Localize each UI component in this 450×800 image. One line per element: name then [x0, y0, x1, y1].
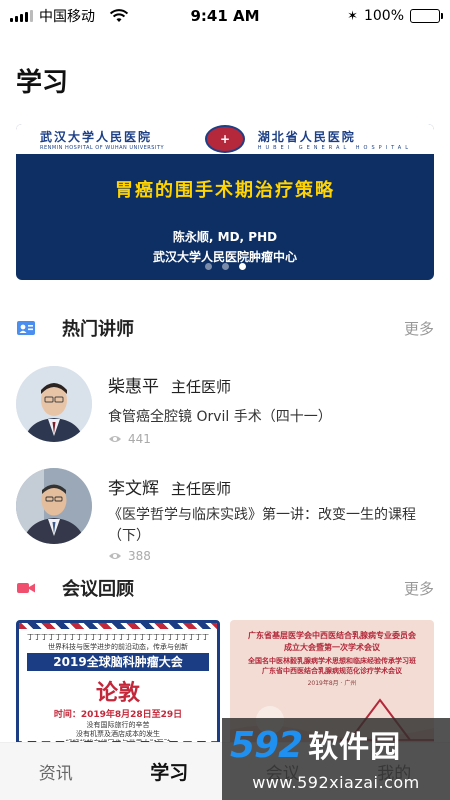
carrier-label: 中国移动	[39, 9, 95, 25]
lecturer-title: 主任医师	[171, 378, 232, 396]
meeting-card-banner: 2019全球脑科肿瘤大会	[27, 653, 209, 671]
meeting-card-sub: 2019年8月 · 广州	[307, 680, 357, 687]
meetings-title: 会议回顾	[62, 579, 134, 600]
hospital-left-en: RENMIN HOSPITAL OF WUHAN UNIVERSITY	[40, 144, 165, 151]
status-bar: 中国移动 9:41 AM ✶ 100%	[0, 0, 450, 32]
lecturer-info: 柴惠平 主任医师 食管癌全腔镜 Orvil 手术（四十一） 441	[108, 366, 434, 448]
carousel-dot-active[interactable]	[238, 263, 246, 270]
hospital-emblem-icon: +	[205, 125, 245, 153]
lecturer-course: 食管癌全腔镜 Orvil 手术（四十一）	[108, 409, 332, 425]
lecturer-name: 柴惠平	[108, 377, 159, 397]
meeting-card-line: 广东省基层医学会中西医结合乳腺病专业委员会	[248, 631, 416, 640]
meetings-more-link[interactable]: 更多	[404, 578, 434, 599]
banner-header: 武汉大学人民医院 RENMIN HOSPITAL OF WUHAN UNIVER…	[16, 124, 434, 154]
lecturer-info: 李文辉 主任医师 《医学哲学与临床实践》第一讲：改变一生的课程（下） 388	[108, 468, 434, 563]
video-camera-icon	[17, 583, 35, 593]
hospital-left: 武汉大学人民医院 RENMIN HOSPITAL OF WUHAN UNIVER…	[40, 128, 164, 151]
eye-icon	[109, 436, 121, 442]
battery-icon	[410, 9, 443, 23]
battery-percent: 100%	[363, 8, 404, 24]
hot-lecturers-title: 热门讲师	[62, 319, 134, 340]
wifi-icon	[109, 9, 129, 22]
lecturer-views: 441	[108, 432, 434, 446]
watermark: 592 软件园 www.592xiazai.com	[222, 718, 450, 800]
lecturer-item[interactable]: 柴惠平 主任医师 食管癌全腔镜 Orvil 手术（四十一） 441	[16, 366, 434, 448]
hot-lecturers-more-link[interactable]: 更多	[404, 318, 434, 339]
tab-news[interactable]: 资讯	[39, 759, 73, 784]
meeting-card-line: 广东省中西医结合乳腺病规范化诊疗学术会议	[262, 667, 402, 675]
status-left: 中国移动	[10, 6, 129, 26]
watermark-number: 592	[230, 725, 303, 766]
view-count: 441	[128, 432, 151, 446]
carousel-dots	[16, 263, 434, 270]
lecturer-item[interactable]: 李文辉 主任医师 《医学哲学与临床实践》第一讲：改变一生的课程（下） 388	[16, 468, 434, 563]
meeting-card-line: 丁丁丁丁丁丁丁丁丁丁丁丁丁丁丁丁丁丁丁丁丁丁丁丁丁丁	[27, 633, 209, 641]
view-count: 388	[128, 549, 151, 563]
meetings-header: 会议回顾 更多	[16, 576, 434, 600]
hospital-right-en: HUBEI GENERAL HOSPITAL	[257, 144, 412, 151]
watermark-url: www.592xiazai.com	[252, 773, 420, 792]
banner-carousel[interactable]: 武汉大学人民医院 RENMIN HOSPITAL OF WUHAN UNIVER…	[16, 124, 434, 280]
lecturer-name: 李文辉	[108, 479, 159, 499]
hospital-right-name: 湖北省人民医院	[257, 129, 356, 144]
hospital-right: 湖北省人民医院 HUBEI GENERAL HOSPITAL	[258, 128, 412, 151]
meeting-card-date: 时间：2019年8月28日至29日	[53, 710, 183, 720]
lecturer-title: 主任医师	[171, 480, 232, 498]
lecturer-views: 388	[108, 549, 434, 563]
page-title: 学习	[16, 68, 69, 98]
lecturer-course: 《医学哲学与临床实践》第一讲：改变一生的课程（下）	[108, 507, 416, 544]
meeting-card[interactable]: 丁丁丁丁丁丁丁丁丁丁丁丁丁丁丁丁丁丁丁丁丁丁丁丁丁丁 世界科技与医学进步的前沿动…	[16, 620, 220, 750]
carousel-dot[interactable]	[221, 263, 229, 270]
status-right: ✶ 100%	[347, 8, 443, 24]
signal-icon	[10, 10, 33, 22]
hot-lecturers-header: 热门讲师 更多	[16, 316, 434, 340]
hospital-left-name: 武汉大学人民医院	[40, 129, 153, 144]
bluetooth-icon: ✶	[347, 8, 358, 24]
lecturer-card-icon	[17, 321, 35, 335]
meeting-card-line: 全国名中医林毅乳腺病学术思想和临床经验传承学习班	[248, 657, 416, 665]
tab-learning[interactable]: 学习	[146, 758, 193, 788]
watermark-logo: 592 软件园	[230, 722, 401, 766]
watermark-text: 软件园	[308, 730, 402, 765]
meeting-card-line: 世界科技与医学进步的前沿动态，传承与创新	[48, 643, 188, 651]
avatar	[16, 468, 92, 544]
banner-title: 胃癌的围手术期治疗策略	[115, 180, 335, 201]
avatar	[16, 366, 92, 442]
banner-author: 陈永顺, MD, PHD	[172, 230, 278, 244]
meeting-card-main: 论敦	[95, 681, 140, 706]
meeting-card-line: 成立大会暨第一次学术会议	[284, 643, 380, 652]
carousel-dot[interactable]	[204, 263, 212, 270]
eye-icon	[109, 553, 121, 559]
